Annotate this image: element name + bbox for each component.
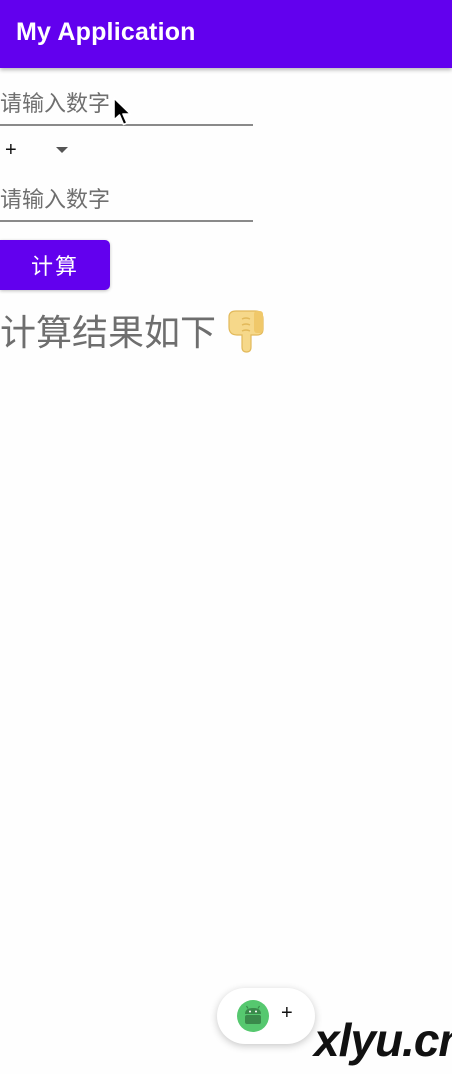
dropdown-arrow-icon bbox=[56, 147, 68, 153]
app-screen: My Application + 计算 计算结果如下 bbox=[0, 0, 452, 1074]
operator-spinner[interactable]: + bbox=[0, 138, 80, 166]
watermark: xlyu.cn bbox=[314, 1014, 452, 1066]
app-title: My Application bbox=[16, 18, 196, 46]
plus-icon[interactable]: + bbox=[281, 1002, 293, 1025]
result-row: 计算结果如下 bbox=[0, 304, 267, 354]
app-bar: My Application bbox=[0, 0, 452, 68]
operator-value: + bbox=[5, 139, 17, 161]
second-number-input[interactable] bbox=[0, 180, 253, 222]
mouse-cursor-icon bbox=[113, 97, 132, 126]
pointing-down-hand-icon bbox=[228, 310, 264, 353]
android-icon bbox=[237, 1000, 269, 1032]
floating-app-panel[interactable]: + bbox=[217, 988, 315, 1044]
calculate-button[interactable]: 计算 bbox=[0, 240, 110, 290]
result-label: 计算结果如下 bbox=[0, 313, 217, 354]
